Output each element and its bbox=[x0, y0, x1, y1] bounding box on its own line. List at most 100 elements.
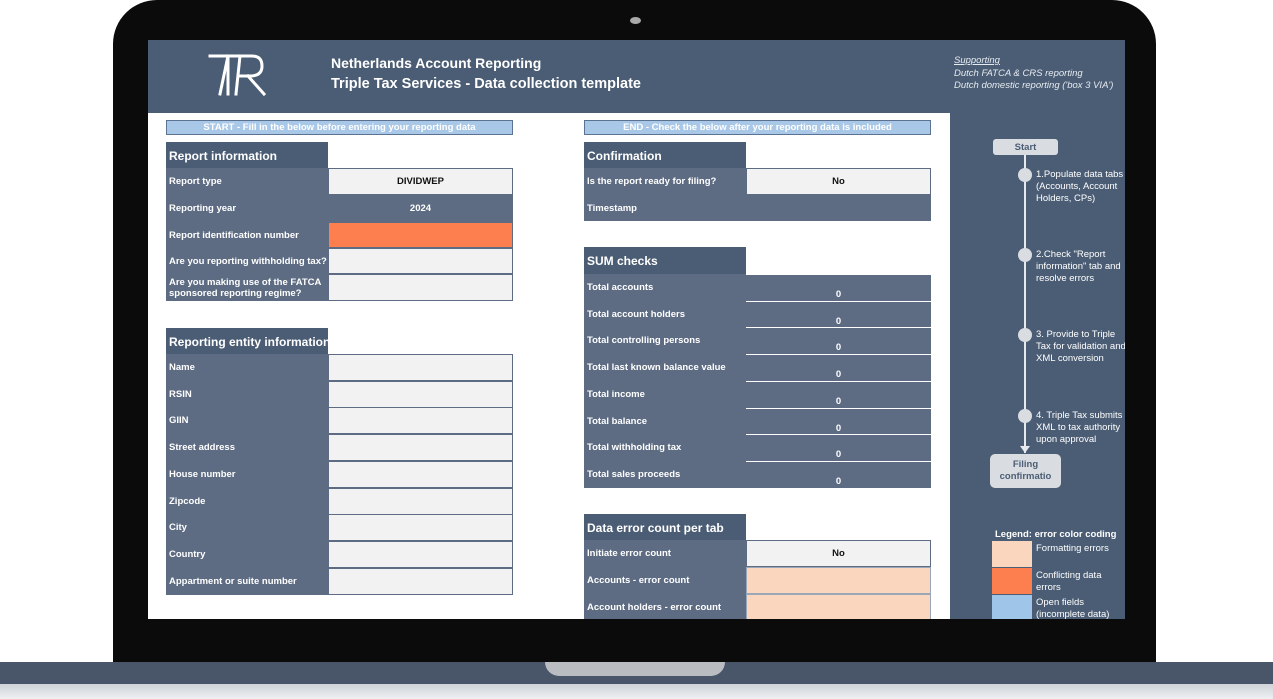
entity-field-input[interactable] bbox=[328, 380, 513, 408]
webcam-icon bbox=[630, 17, 641, 24]
entity-field-input[interactable] bbox=[328, 460, 513, 488]
row-label: Country bbox=[166, 540, 328, 568]
sum-value: 0 bbox=[746, 460, 931, 488]
supporting-link[interactable]: Supporting bbox=[954, 55, 1000, 66]
legend-text: Formatting errors bbox=[1036, 543, 1109, 554]
account-holders-error-count-value bbox=[746, 594, 931, 619]
flow-end: Filing confirmatio bbox=[990, 454, 1061, 488]
row-label: House number bbox=[166, 460, 328, 488]
sum-value: 0 bbox=[746, 407, 931, 435]
legend-text: (incomplete data) bbox=[1036, 609, 1110, 619]
accounts-error-count-value bbox=[746, 567, 931, 594]
header-bar: Netherlands Account Reporting Triple Tax… bbox=[148, 40, 1125, 113]
supporting-item: Dutch FATCA & CRS reporting bbox=[954, 68, 1083, 79]
spreadsheet-screen: Netherlands Account Reporting Triple Tax… bbox=[148, 40, 1125, 619]
legend-swatch bbox=[992, 541, 1032, 567]
entity-field-input[interactable] bbox=[328, 407, 513, 435]
entity-field-input[interactable] bbox=[328, 354, 513, 381]
row-label: Initiate error count bbox=[584, 540, 746, 567]
report-type-field[interactable]: DIVIDWEP bbox=[328, 168, 513, 195]
row-label: Total withholding tax bbox=[584, 434, 746, 462]
step-text: information" tab and bbox=[1036, 261, 1121, 272]
step-text: (Accounts, Account bbox=[1036, 181, 1118, 192]
ready-for-filing-value: No bbox=[746, 168, 931, 195]
step-text: upon approval bbox=[1036, 434, 1097, 445]
step-text: XML conversion bbox=[1036, 353, 1104, 364]
legend-text: Open fields bbox=[1036, 597, 1085, 608]
legend-item: Formatting errors bbox=[1036, 543, 1109, 555]
entity-field-input[interactable] bbox=[328, 514, 513, 542]
flow-step-node bbox=[1018, 248, 1032, 262]
step-text: XML to tax authority bbox=[1036, 422, 1121, 433]
legend-swatch bbox=[992, 568, 1032, 594]
row-label: Accounts - error count bbox=[584, 567, 746, 594]
entity-field-input[interactable] bbox=[328, 540, 513, 568]
initiate-error-count-value[interactable]: No bbox=[746, 540, 931, 567]
row-label: Timestamp bbox=[584, 195, 931, 221]
row-label: Account holders - error count bbox=[584, 594, 746, 619]
triple-tax-logo-icon bbox=[208, 54, 267, 97]
sum-value: 0 bbox=[746, 354, 931, 382]
page-title: Netherlands Account Reporting bbox=[331, 55, 542, 71]
row-label-line: Are you making use of the FATCA bbox=[169, 276, 322, 288]
entity-field-input[interactable] bbox=[328, 567, 513, 595]
flow-step-1: 1.Populate data tabs (Accounts, Account … bbox=[1036, 169, 1125, 205]
step-text: 3. Provide to Triple bbox=[1036, 329, 1116, 340]
row-label: GIIN bbox=[166, 407, 328, 435]
end-band: END - Check the below after your reporti… bbox=[584, 120, 931, 135]
entity-field-input[interactable] bbox=[328, 487, 513, 515]
legend-item: Conflicting data errors bbox=[1036, 570, 1101, 594]
flow-arrow-icon bbox=[1020, 446, 1030, 453]
section-heading-sum-checks: SUM checks bbox=[584, 247, 746, 274]
row-label: City bbox=[166, 514, 328, 542]
sum-value: 0 bbox=[746, 274, 931, 301]
section-heading-report-info: Report information bbox=[166, 142, 328, 169]
laptop-mockup: Netherlands Account Reporting Triple Tax… bbox=[0, 0, 1273, 699]
row-label: Is the report ready for filing? bbox=[584, 168, 746, 195]
flow-step-2: 2.Check "Report information" tab and res… bbox=[1036, 249, 1125, 285]
flow-step-3: 3. Provide to Triple Tax for validation … bbox=[1036, 329, 1125, 365]
row-label: Report identification number bbox=[166, 222, 328, 248]
row-label: Zipcode bbox=[166, 487, 328, 515]
row-label: Are you reporting withholding tax? bbox=[166, 248, 328, 274]
row-label: Total balance bbox=[584, 407, 746, 435]
row-label: Total sales proceeds bbox=[584, 460, 746, 488]
section-heading-error-count: Data error count per tab bbox=[584, 514, 746, 541]
fatca-sponsored-field[interactable] bbox=[328, 274, 513, 301]
row-label: RSIN bbox=[166, 380, 328, 408]
flow-step-node bbox=[1018, 328, 1032, 342]
row-label-line: sponsored reporting regime? bbox=[169, 287, 302, 299]
section-heading-entity-info: Reporting entity information bbox=[166, 328, 330, 355]
entity-field-input[interactable] bbox=[328, 434, 513, 462]
sum-value: 0 bbox=[746, 434, 931, 462]
step-text: Tax for validation and bbox=[1036, 341, 1125, 352]
row-label: Total account holders bbox=[584, 300, 746, 328]
sum-value: 0 bbox=[746, 380, 931, 408]
row-label: Total last known balance value bbox=[584, 354, 746, 382]
flow-end-text: confirmatio bbox=[999, 471, 1052, 482]
flow-end-text: Filing bbox=[1012, 459, 1039, 470]
row-label: Name bbox=[166, 354, 328, 381]
supporting-item: Dutch domestic reporting ('box 3 VIA') bbox=[954, 80, 1114, 91]
row-label: Are you making use of the FATCA sponsore… bbox=[166, 274, 328, 301]
flow-start: Start bbox=[993, 139, 1058, 155]
withholding-tax-field[interactable] bbox=[328, 248, 513, 274]
flow-line bbox=[1024, 153, 1026, 453]
row-label: Total controlling persons bbox=[584, 327, 746, 355]
flow-step-4: 4. Triple Tax submits XML to tax authori… bbox=[1036, 410, 1125, 446]
report-id-field[interactable] bbox=[328, 222, 513, 248]
reporting-year-field[interactable]: 2024 bbox=[328, 195, 513, 222]
step-text: Holders, CPs) bbox=[1036, 193, 1096, 204]
sum-value: 0 bbox=[746, 327, 931, 355]
legend-text: errors bbox=[1036, 582, 1061, 593]
step-text: 4. Triple Tax submits bbox=[1036, 410, 1123, 421]
start-band: START - Fill in the below before enterin… bbox=[166, 120, 513, 135]
row-label: Appartment or suite number bbox=[166, 567, 328, 595]
page-subtitle: Triple Tax Services - Data collection te… bbox=[331, 76, 641, 92]
row-label: Total accounts bbox=[584, 274, 746, 301]
step-text: resolve errors bbox=[1036, 273, 1095, 284]
step-text: 1.Populate data tabs bbox=[1036, 169, 1124, 180]
legend-item: Open fields (incomplete data) bbox=[1036, 597, 1109, 619]
flow-step-node bbox=[1018, 409, 1032, 423]
row-label: Report type bbox=[166, 168, 328, 195]
